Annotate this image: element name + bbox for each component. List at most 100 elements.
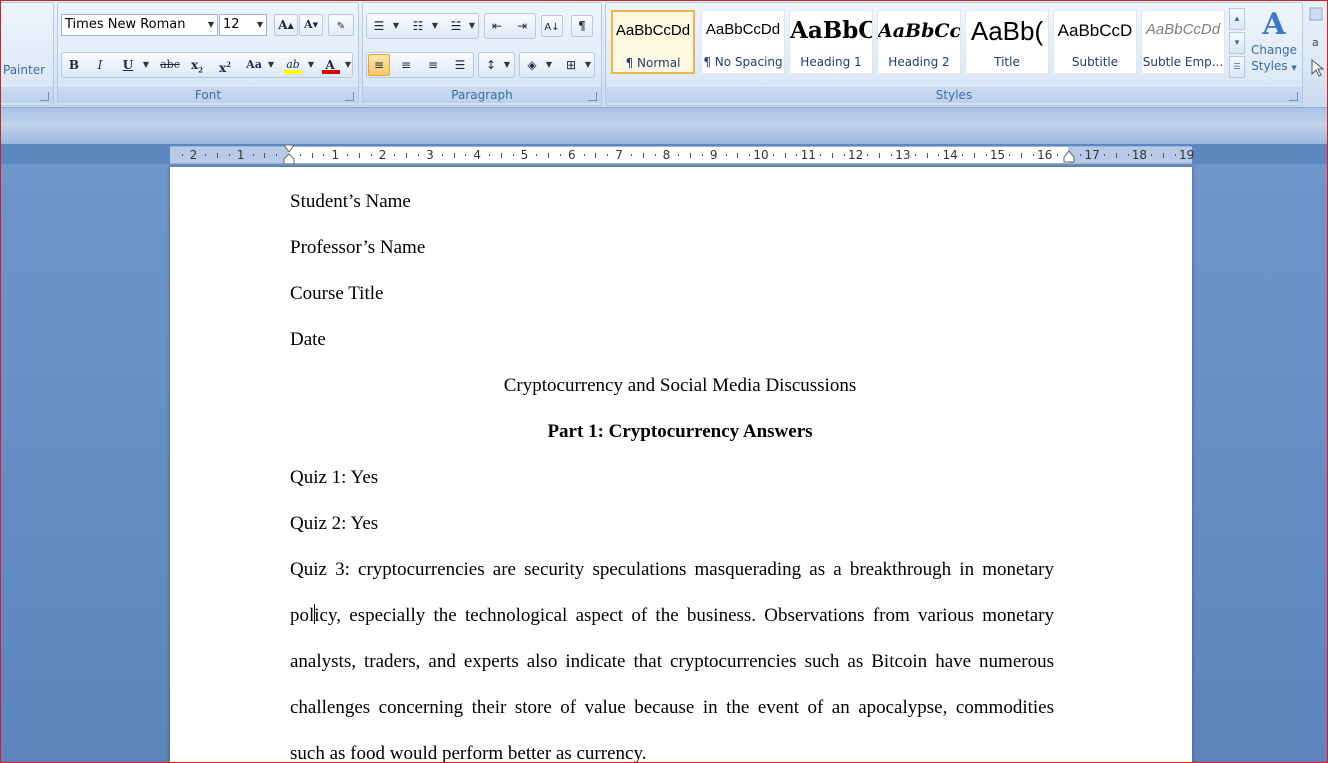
quiz3-line-2[interactable]: policy, especially the technological asp… — [290, 604, 1054, 628]
strikethrough-button[interactable]: abc — [157, 54, 183, 76]
quiz3-line-4[interactable]: challenges concerning their store of val… — [290, 696, 1054, 720]
show-hide-button[interactable]: ¶ — [571, 15, 593, 37]
clipboard-dialog-launcher[interactable] — [40, 92, 49, 101]
gallery-scroll-down[interactable]: ▼ — [1229, 32, 1245, 54]
course-title-line[interactable]: Course Title — [290, 282, 383, 306]
ruler-tick — [737, 152, 739, 158]
subscript-button[interactable]: x2 — [186, 54, 208, 76]
bold-button[interactable]: B — [63, 54, 85, 76]
increase-indent-icon: ⇥ — [516, 19, 528, 33]
right-indent-marker[interactable] — [1063, 150, 1075, 164]
ruler-number: 2 — [189, 148, 198, 162]
style-subtitle[interactable]: AaBbCcD Subtitle — [1053, 10, 1137, 74]
align-right-button[interactable]: ≡ — [422, 54, 444, 76]
change-case-icon: Aa — [246, 58, 262, 71]
quiz3-line-1[interactable]: Quiz 3: cryptocurrencies are security sp… — [290, 558, 1054, 582]
gallery-scroll-up[interactable]: ▲ — [1229, 8, 1245, 30]
style-subtle-emphasis[interactable]: AaBbCcDd Subtle Emp... — [1141, 10, 1225, 74]
align-left-icon: ≡ — [373, 58, 385, 72]
superscript-button[interactable]: x2 — [214, 54, 236, 76]
document-page[interactable]: Student’s Name Professor’s Name Course T… — [170, 167, 1192, 763]
font-family-combo[interactable]: Times New Roman ▼ — [61, 14, 218, 36]
font-dialog-launcher[interactable] — [345, 92, 354, 101]
ruler-tick — [500, 152, 502, 158]
grow-font-icon: A — [278, 18, 288, 32]
style-heading-2[interactable]: AaBbCc Heading 2 — [877, 10, 961, 74]
align-left-button[interactable]: ≡ — [368, 54, 390, 76]
italic-button[interactable]: I — [89, 54, 111, 76]
highlight-dropdown[interactable]: ▼ — [306, 54, 316, 76]
decrease-indent-button[interactable]: ⇤ — [486, 15, 508, 37]
increase-indent-button[interactable]: ⇥ — [511, 15, 533, 37]
sort-button[interactable]: A↓ — [541, 15, 563, 37]
line-spacing-button[interactable]: ↕ — [480, 54, 502, 76]
professor-name-line[interactable]: Professor’s Name — [290, 236, 425, 260]
ruler-tick — [914, 154, 916, 156]
ruler-tick — [205, 154, 207, 156]
chevron-down-icon: ▼ — [207, 20, 214, 29]
chevron-down-icon: ▼ — [431, 21, 439, 30]
change-case-dropdown[interactable]: ▼ — [266, 54, 276, 76]
style-no-spacing[interactable]: AaBbCcDd ¶ No Spacing — [701, 10, 785, 74]
format-painter-label[interactable]: Painter — [3, 63, 45, 77]
ruler-tick — [642, 152, 644, 158]
quiz1-answer[interactable]: Quiz 1: Yes — [290, 466, 378, 490]
underline-button[interactable]: U — [117, 54, 139, 76]
styles-dialog-launcher[interactable] — [1289, 92, 1298, 101]
style-sample: AaBbCcDd — [1145, 21, 1221, 38]
justify-button[interactable]: ☰ — [449, 54, 471, 76]
ruler-tick — [441, 154, 443, 156]
first-line-indent-marker[interactable] — [283, 145, 295, 165]
numbering-button[interactable]: ☷ — [407, 15, 429, 37]
part-heading[interactable]: Part 1: Cryptocurrency Answers — [170, 420, 1190, 444]
align-center-button[interactable]: ≡ — [395, 54, 417, 76]
clear-formatting-button[interactable]: ✎ — [328, 14, 354, 36]
numbering-dropdown[interactable]: ▼ — [430, 15, 440, 37]
style-name: ¶ Normal — [625, 56, 681, 70]
ribbon-bottom-band — [0, 108, 1328, 144]
borders-dropdown[interactable]: ▼ — [583, 54, 593, 76]
quiz2-answer[interactable]: Quiz 2: Yes — [290, 512, 378, 536]
style-sample: AaBbCc — [878, 20, 960, 42]
highlight-button[interactable]: ab — [280, 54, 306, 76]
multilevel-list-icon: ☱ — [450, 19, 462, 33]
chevron-down-icon: ▼ — [584, 60, 592, 69]
style-heading-1[interactable]: AaBbC Heading 1 — [789, 10, 873, 74]
multilevel-list-button[interactable]: ☱ — [445, 15, 467, 37]
style-normal[interactable]: AaBbCcDd ¶ Normal — [611, 10, 695, 74]
style-title[interactable]: AaBb( Title — [965, 10, 1049, 74]
ruler-tick — [465, 154, 467, 156]
grow-font-button[interactable]: A▲ — [274, 14, 298, 36]
paragraph-dialog-launcher[interactable] — [588, 92, 597, 101]
ruler-tick — [772, 154, 774, 156]
bullets-dropdown[interactable]: ▼ — [391, 15, 401, 37]
date-line[interactable]: Date — [290, 328, 326, 352]
ruler-tick — [630, 154, 632, 156]
borders-button[interactable]: ⊞ — [560, 54, 582, 76]
strikethrough-icon: abc — [160, 58, 180, 71]
quiz3-line-5[interactable]: such as food would perform better as cur… — [290, 742, 646, 763]
line-spacing-dropdown[interactable]: ▼ — [502, 54, 512, 76]
decrease-indent-icon: ⇤ — [491, 19, 503, 33]
underline-dropdown[interactable]: ▼ — [141, 54, 151, 76]
change-case-button[interactable]: Aa — [241, 54, 267, 76]
ruler-tick — [536, 154, 538, 156]
font-size-combo[interactable]: 12 ▼ — [219, 14, 267, 36]
ruler-tick — [453, 152, 455, 158]
gallery-more[interactable]: ☰ — [1229, 56, 1245, 78]
document-title[interactable]: Cryptocurrency and Social Media Discussi… — [170, 374, 1190, 398]
student-name-line[interactable]: Student’s Name — [290, 190, 411, 214]
font-color-dropdown[interactable]: ▼ — [343, 54, 353, 76]
ruler-number: 6 — [567, 148, 576, 162]
horizontal-ruler[interactable]: 2 1 1 2 3 4 5 6 7 8 9 10 11 12 13 14 15 16 17 18 19 — [170, 145, 1194, 165]
change-styles-button[interactable]: A Change Styles ▼ — [1248, 8, 1300, 88]
quiz3-line-3[interactable]: analysts, traders, and experts also indi… — [290, 650, 1054, 674]
bullets-button[interactable]: ☰ — [368, 15, 390, 37]
shading-button[interactable]: ◈ — [521, 54, 543, 76]
shading-dropdown[interactable]: ▼ — [544, 54, 554, 76]
ruler-tick — [796, 154, 798, 156]
multilevel-list-dropdown[interactable]: ▼ — [467, 15, 477, 37]
font-color-button[interactable]: A — [318, 54, 342, 76]
shrink-font-button[interactable]: A▼ — [299, 14, 323, 36]
ruler-tick — [607, 154, 609, 156]
